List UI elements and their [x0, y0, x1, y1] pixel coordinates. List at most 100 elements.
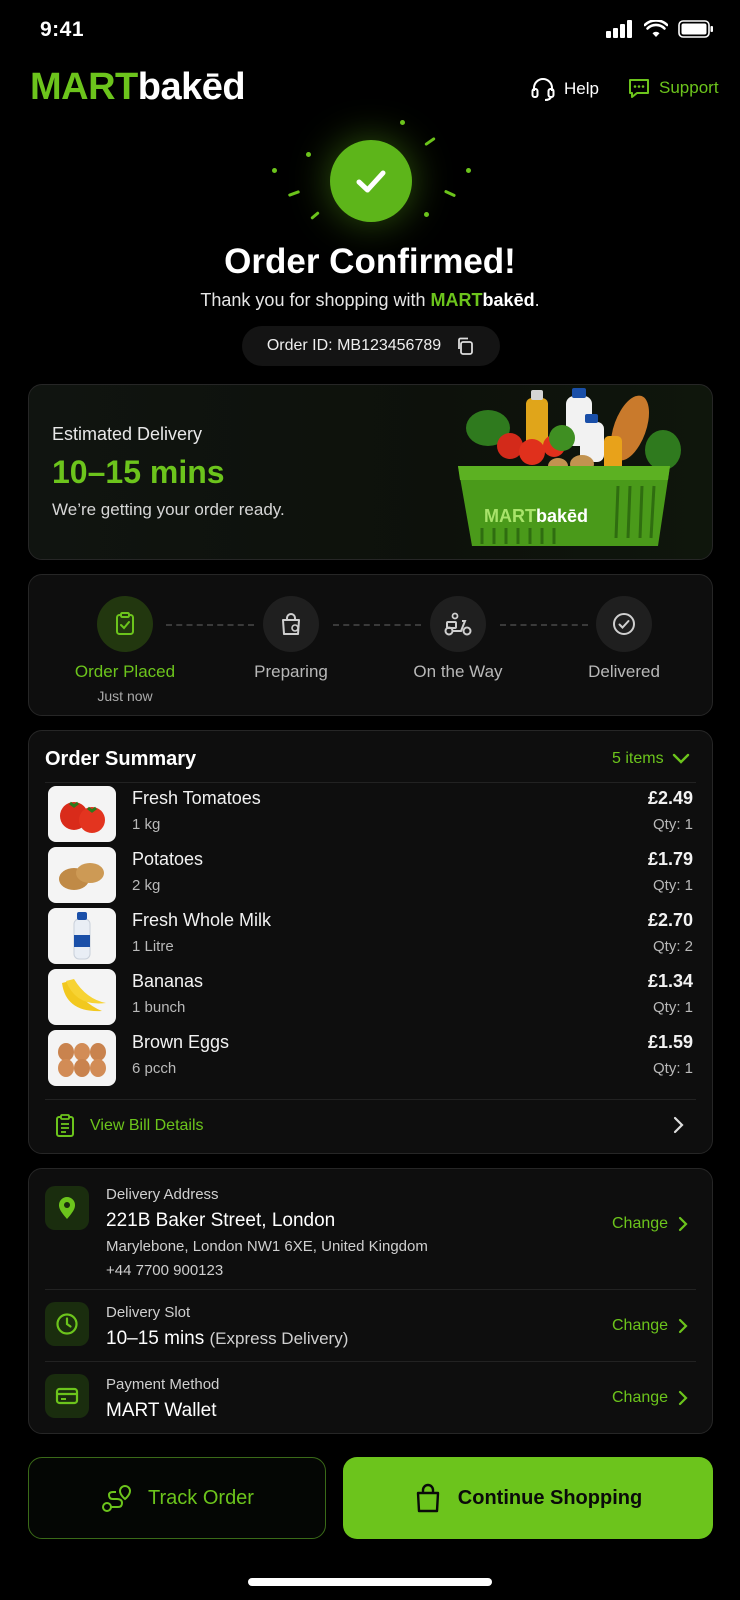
signal-icon [606, 20, 632, 38]
payment-method-value: MART Wallet [106, 1400, 217, 1421]
bag-icon [282, 613, 300, 635]
status-bar: 9:41 [0, 0, 740, 60]
location-pin-icon [45, 1186, 89, 1230]
eggs-image [48, 1030, 116, 1086]
subtitle-prefix: Thank you for shopping with [200, 290, 431, 310]
divider [45, 1361, 696, 1362]
clipboard-check-icon [116, 612, 134, 635]
help-button[interactable]: Help [530, 76, 599, 102]
copy-icon[interactable] [455, 336, 475, 356]
delivery-slot-value: 10–15 mins (Express Delivery) [106, 1328, 348, 1350]
slot-value: 10–15 mins [106, 1328, 205, 1349]
item-qty: Qty: 1 [652, 999, 693, 1016]
change-slot-button[interactable]: Change [612, 1317, 688, 1335]
payment-method-label: Payment Method [106, 1376, 220, 1393]
order-id-chip[interactable]: Order ID: MB123456789 [242, 326, 500, 366]
subtitle-brand2: bakēd [482, 290, 535, 310]
item-name: Bananas [132, 971, 204, 991]
item-qty: Qty: 1 [652, 816, 693, 833]
subtitle-suffix: . [534, 290, 540, 310]
delivery-address-label: Delivery Address [106, 1186, 219, 1203]
basket-brand2: bakēd [536, 506, 589, 526]
item-unit: 1 bunch [132, 999, 186, 1016]
item-price: £1.34 [647, 971, 693, 991]
item-name: Fresh Whole Milk [132, 910, 272, 930]
eta-value: 10–15 mins [52, 454, 225, 490]
list-item[interactable]: Potatoes 2 kg £1.79 Qty: 1 [48, 847, 693, 907]
view-bill-label: View Bill Details [90, 1117, 204, 1134]
chat-icon [629, 79, 649, 98]
slot-note: (Express Delivery) [209, 1329, 349, 1348]
clock-icon [45, 1302, 89, 1346]
item-qty: Qty: 1 [652, 1060, 693, 1077]
divider [45, 1099, 696, 1100]
change-label: Change [612, 1389, 669, 1406]
status-time: 9:41 [40, 18, 85, 41]
list-item[interactable]: Bananas 1 bunch £1.34 Qty: 1 [48, 969, 693, 1029]
item-qty: Qty: 1 [652, 877, 693, 894]
phone-number: +44 7700 900123 [106, 1262, 224, 1279]
address-line1: 221B Baker Street, London [106, 1210, 336, 1231]
change-payment-button[interactable]: Change [612, 1389, 688, 1407]
divider [45, 782, 696, 783]
track-order-button[interactable]: Track Order [28, 1457, 326, 1539]
item-price: £2.70 [647, 910, 693, 930]
status-icons [606, 20, 714, 38]
delivery-slot-label: Delivery Slot [106, 1304, 191, 1321]
item-unit: 6 pcch [132, 1060, 177, 1077]
step-label: On the Way [413, 662, 503, 681]
chevron-right-icon [678, 1390, 688, 1406]
items-count-toggle[interactable]: 5 items [612, 750, 690, 768]
step-label: Preparing [254, 662, 328, 681]
wallet-card-icon [45, 1374, 89, 1418]
help-label: Help [564, 79, 599, 98]
thank-you-text: Thank you for shopping with MARTbakēd. [0, 290, 740, 311]
headset-icon [531, 78, 555, 101]
step-preparing: Preparing [221, 596, 361, 682]
chevron-down-icon [672, 753, 689, 764]
tomato-image [48, 786, 116, 842]
change-label: Change [612, 1317, 669, 1334]
order-id-text: Order ID: MB123456789 [266, 337, 442, 354]
chevron-right-icon [678, 1216, 688, 1232]
step-label: Order Placed [74, 662, 176, 681]
grocery-basket-image [458, 388, 686, 558]
step-order-placed: Order Placed Just now [55, 596, 195, 704]
item-unit: 2 kg [132, 877, 161, 894]
basket-brand: MARTbakēd [484, 506, 588, 527]
check-circle-icon [613, 613, 635, 635]
shopping-bag-icon [416, 1483, 439, 1513]
divider [45, 1289, 696, 1290]
list-item[interactable]: Fresh Whole Milk 1 Litre £2.70 Qty: 2 [48, 908, 693, 968]
battery-icon [678, 20, 713, 38]
support-label: Support [659, 78, 719, 97]
continue-shopping-button[interactable]: Continue Shopping [343, 1457, 713, 1539]
potato-image [48, 847, 116, 903]
eta-label: Estimated Delivery [52, 424, 203, 444]
scooter-icon [444, 612, 472, 636]
item-unit: 1 kg [132, 816, 161, 833]
eta-note: We’re getting your order ready. [52, 500, 285, 519]
banana-image [48, 969, 116, 1025]
item-qty: Qty: 2 [652, 938, 693, 955]
logo-part2: bakēd [137, 66, 246, 108]
wifi-icon [644, 20, 668, 37]
view-bill-details-link[interactable]: View Bill Details [54, 1114, 204, 1138]
item-name: Brown Eggs [132, 1032, 230, 1052]
subtitle-brand1: MART [430, 290, 483, 310]
change-label: Change [612, 1215, 669, 1232]
support-button[interactable]: Support [627, 76, 719, 100]
chevron-right-icon [678, 1318, 688, 1334]
list-item[interactable]: Fresh Tomatoes 1 kg £2.49 Qty: 1 [48, 786, 693, 846]
success-check-icon [330, 140, 412, 222]
receipt-icon [56, 1114, 74, 1137]
home-indicator[interactable] [248, 1578, 492, 1586]
milk-bottle-image [48, 908, 116, 964]
items-count: 5 items [612, 750, 664, 767]
list-item[interactable]: Brown Eggs 6 pcch £1.59 Qty: 1 [48, 1030, 693, 1090]
change-address-button[interactable]: Change [612, 1215, 688, 1233]
delivery-details-card [28, 1168, 713, 1434]
chevron-right-icon[interactable] [673, 1116, 685, 1139]
item-name: Fresh Tomatoes [132, 788, 261, 808]
item-unit: 1 Litre [132, 938, 174, 955]
